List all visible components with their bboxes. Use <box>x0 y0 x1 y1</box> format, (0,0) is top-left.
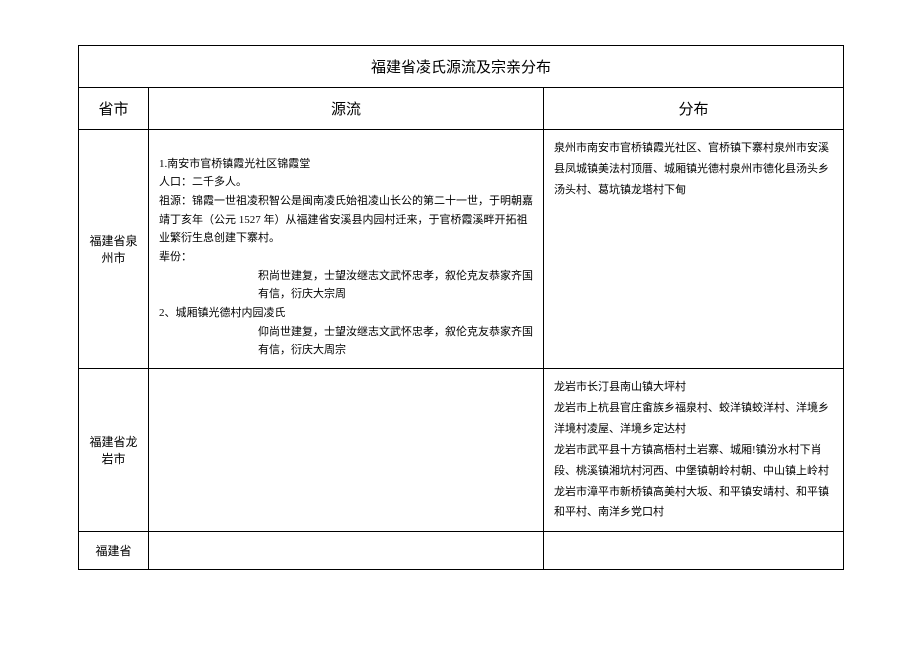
document-page: 福建省凌氏源流及宗亲分布 省市 源流 分布 福建省泉州市 1.南安市官桥镇霞光社… <box>0 0 920 600</box>
table-row: 福建省泉州市 1.南安市官桥镇霞光社区锦霞堂 人口：二千多人。 祖源：锦霞一世祖… <box>79 130 844 369</box>
title-row: 福建省凌氏源流及宗亲分布 <box>79 46 844 88</box>
header-row: 省市 源流 分布 <box>79 88 844 130</box>
province-cell: 福建省泉州市 <box>79 130 149 369</box>
src-line: 2、城厢镇光德村内园凌氏 <box>159 304 533 323</box>
header-province: 省市 <box>79 88 149 130</box>
province-cell: 福建省 <box>79 532 149 570</box>
src-line: 辈份： <box>159 248 533 267</box>
dist-line: 龙岩市漳平市新桥镇高美村大坂、和平镇安靖村、和平镇和平村、南洋乡党口村 <box>554 482 833 524</box>
distribution-cell: 龙岩市长汀县南山镇大坪村 龙岩市上杭县官庄畲族乡福泉村、蛟洋镇蛟洋村、洋境乡洋境… <box>544 369 844 532</box>
province-cell: 福建省龙岩市 <box>79 369 149 532</box>
dist-line: 龙岩市武平县十方镇高梧村土岩寨、城厢!镇汾水村下肖段、桃溪镇湘坑村河西、中堡镇朝… <box>554 440 833 482</box>
clan-table: 福建省凌氏源流及宗亲分布 省市 源流 分布 福建省泉州市 1.南安市官桥镇霞光社… <box>78 45 844 570</box>
header-source: 源流 <box>149 88 544 130</box>
table-title: 福建省凌氏源流及宗亲分布 <box>79 46 844 88</box>
source-cell <box>149 369 544 532</box>
src-line: 祖源：锦霞一世祖凌积智公是闽南凌氏始祖凌山长公的第二十一世，于明朝嘉靖丁亥年（公… <box>159 192 533 248</box>
source-cell <box>149 532 544 570</box>
table-row: 福建省 <box>79 532 844 570</box>
source-cell: 1.南安市官桥镇霞光社区锦霞堂 人口：二千多人。 祖源：锦霞一世祖凌积智公是闽南… <box>149 130 544 369</box>
src-line: 人口：二千多人。 <box>159 173 533 192</box>
src-line: 积尚世建复，士望汝继志文武怀忠孝，叙伦克友恭家齐国有信，衍庆大宗周 <box>159 267 533 304</box>
dist-line: 龙岩市长汀县南山镇大坪村 <box>554 377 833 398</box>
src-line: 1.南安市官桥镇霞光社区锦霞堂 <box>159 155 533 174</box>
table-row: 福建省龙岩市 龙岩市长汀县南山镇大坪村 龙岩市上杭县官庄畲族乡福泉村、蛟洋镇蛟洋… <box>79 369 844 532</box>
distribution-cell: 泉州市南安市官桥镇霞光社区、官桥镇下寨村泉州市安溪县凤城镇美法村顶厝、城厢镇光德… <box>544 130 844 369</box>
header-distribution: 分布 <box>544 88 844 130</box>
distribution-cell <box>544 532 844 570</box>
dist-line: 龙岩市上杭县官庄畲族乡福泉村、蛟洋镇蛟洋村、洋境乡洋境村凌屋、洋境乡定达村 <box>554 398 833 440</box>
src-line: 仰尚世建复，士望汝继志文武怀忠孝，叙伦克友恭家齐国有信，衍庆大周宗 <box>159 323 533 360</box>
